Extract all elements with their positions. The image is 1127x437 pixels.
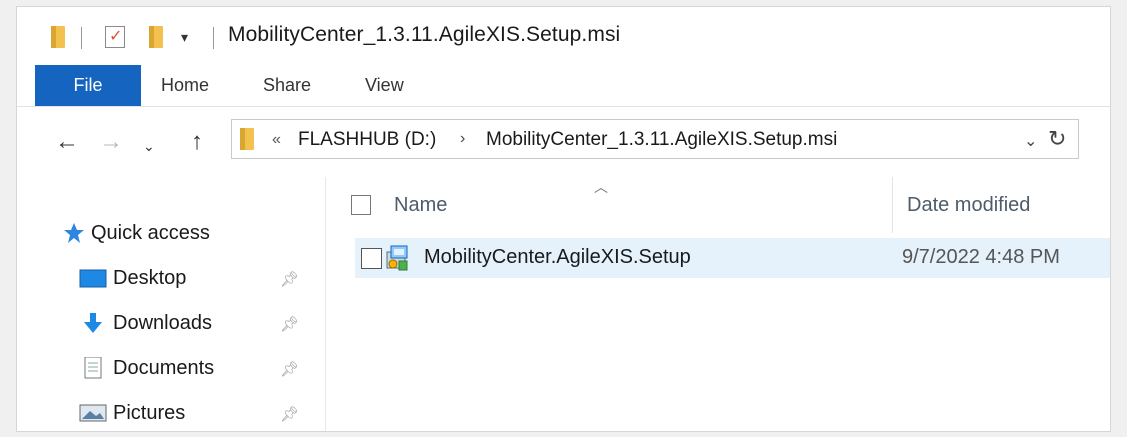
nav-item-label: Desktop <box>113 266 187 289</box>
address-dropdown-icon[interactable]: ⌄ <box>1024 131 1037 151</box>
column-name[interactable]: Name <box>394 194 447 217</box>
msi-installer-icon <box>385 244 411 272</box>
nav-item-documents[interactable]: Documents <box>79 351 214 385</box>
customize-dropdown-icon[interactable]: ▾ <box>181 25 188 49</box>
recent-locations-chevron-icon[interactable]: ⌄ <box>143 133 155 159</box>
title-separator <box>213 27 214 49</box>
pin-icon: 📌︎ <box>280 271 300 288</box>
file-date-modified: 9/7/2022 4:48 PM <box>902 246 1060 268</box>
nav-item-label: Downloads <box>113 311 212 334</box>
nav-item-downloads[interactable]: Downloads <box>79 306 212 340</box>
download-icon <box>79 312 107 334</box>
back-arrow-icon[interactable]: ← <box>55 129 79 155</box>
column-header: ︿ Name Date modified <box>326 177 1110 233</box>
address-bar[interactable]: « FLASHHUB (D:) › MobilityCenter_1.3.11.… <box>231 119 1079 159</box>
select-all-checkbox[interactable] <box>351 195 371 215</box>
refresh-icon[interactable]: ↻ <box>1048 126 1066 152</box>
tab-share[interactable]: Share <box>263 65 311 106</box>
nav-quick-access[interactable]: Quick access <box>63 216 210 250</box>
column-date-modified[interactable]: Date modified <box>907 194 1030 217</box>
column-divider[interactable] <box>892 177 893 233</box>
document-icon <box>79 356 107 379</box>
forward-arrow-icon[interactable]: → <box>99 129 123 155</box>
address-row: ← → ⌄ ↑ « FLASHHUB (D:) › MobilityCenter… <box>17 107 1110 177</box>
nav-item-label: Pictures <box>113 401 186 424</box>
nav-quick-access-label: Quick access <box>91 221 210 244</box>
qat-separator <box>81 27 82 49</box>
up-arrow-icon[interactable]: ↑ <box>191 129 203 155</box>
window-title: MobilityCenter_1.3.11.AgileXIS.Setup.msi <box>228 23 621 46</box>
overflow-breadcrumb-icon[interactable]: « <box>272 131 281 149</box>
file-name: MobilityCenter.AgileXIS.Setup <box>424 246 691 268</box>
new-folder-icon[interactable] <box>149 25 163 49</box>
qat-folder-icon[interactable] <box>51 25 65 49</box>
title-bar: ✓ ▾ MobilityCenter_1.3.11.AgileXIS.Setup… <box>17 7 1110 65</box>
properties-icon[interactable]: ✓ <box>105 25 125 49</box>
ribbon-tabs: File Home Share View <box>17 65 1110 107</box>
pin-icon: 📌︎ <box>280 406 300 423</box>
breadcrumb-drive[interactable]: FLASHHUB (D:) <box>298 129 436 151</box>
nav-item-label: Documents <box>113 356 215 379</box>
pin-icon: 📌︎ <box>280 361 300 378</box>
nav-item-pictures[interactable]: Pictures <box>79 396 185 430</box>
file-explorer-window: ✓ ▾ MobilityCenter_1.3.11.AgileXIS.Setup… <box>16 6 1111 432</box>
breadcrumb-chevron-icon[interactable]: › <box>460 130 465 148</box>
breadcrumb-folder[interactable]: MobilityCenter_1.3.11.AgileXIS.Setup.msi <box>486 129 837 151</box>
tab-home[interactable]: Home <box>161 65 209 106</box>
desktop-icon <box>79 267 107 289</box>
tab-file[interactable]: File <box>35 65 141 106</box>
navigation-pane: Quick access Desktop 📌︎ Downloads 📌︎ Doc… <box>17 177 326 431</box>
picture-icon <box>79 402 107 424</box>
pin-icon: 📌︎ <box>280 316 300 333</box>
row-checkbox[interactable] <box>361 248 382 269</box>
tab-view[interactable]: View <box>365 65 404 106</box>
nav-item-desktop[interactable]: Desktop <box>79 261 186 295</box>
file-list: ︿ Name Date modified MobilityCenter.Agil… <box>326 177 1110 431</box>
address-folder-icon <box>240 128 254 150</box>
star-icon <box>63 222 85 244</box>
table-row[interactable]: MobilityCenter.AgileXIS.Setup 9/7/2022 4… <box>355 238 1110 278</box>
sort-ascending-icon: ︿ <box>594 179 608 195</box>
